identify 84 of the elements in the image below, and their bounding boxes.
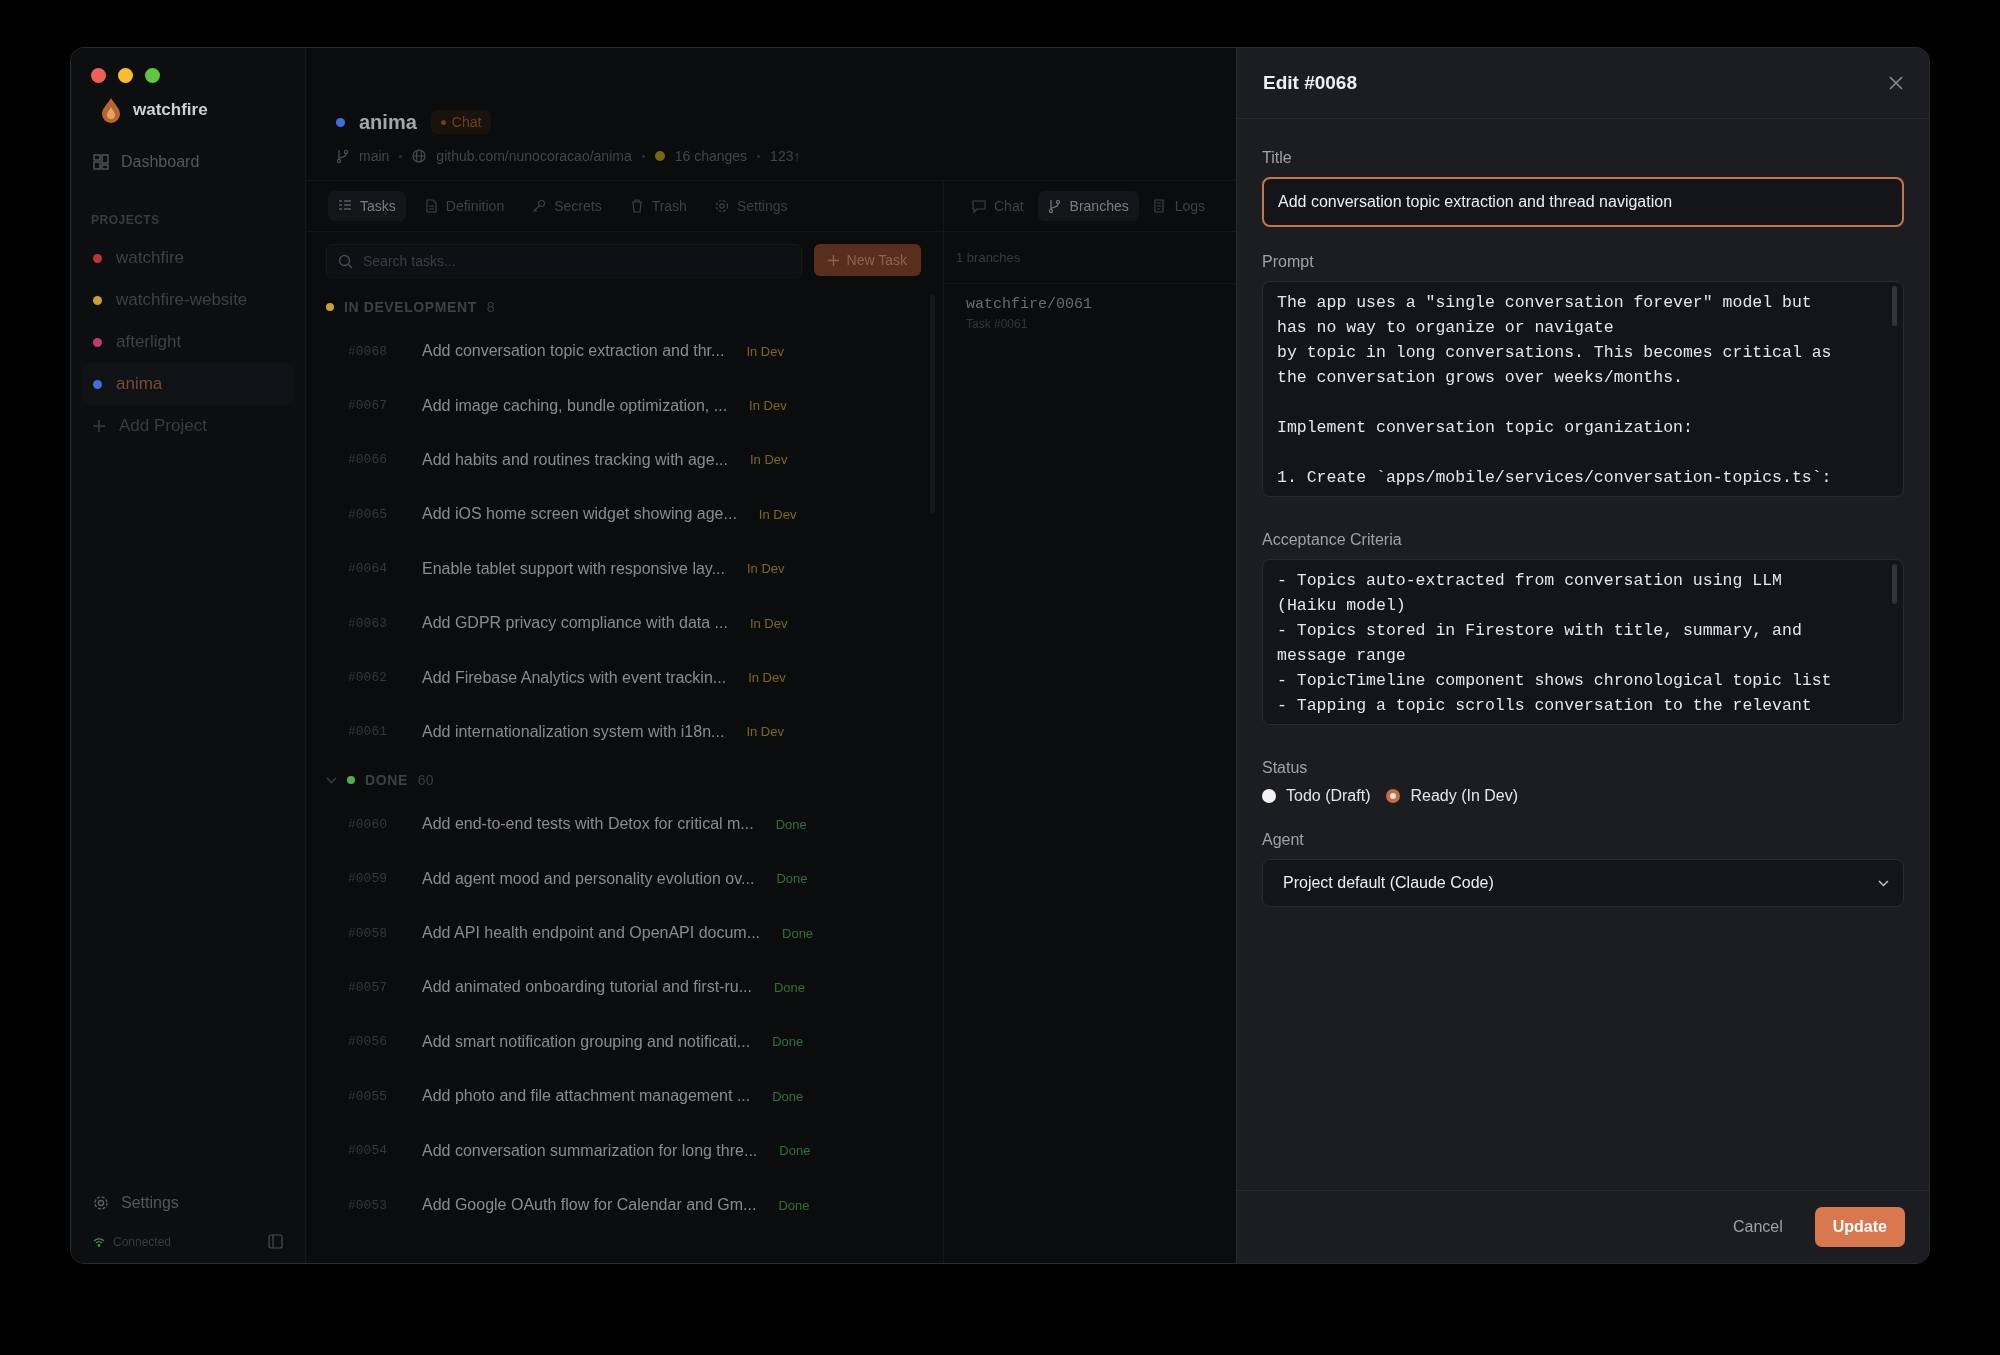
field-label: Acceptance Criteria (1262, 531, 1403, 549)
grid-icon (93, 154, 109, 170)
status-label: Done (776, 871, 808, 887)
changes-dot-icon (654, 151, 665, 161)
task-title[interactable]: Add iOS home screen widget showing age... (422, 505, 737, 524)
status-label: Done (772, 1088, 804, 1104)
field-label: Prompt (1262, 253, 1315, 271)
key-icon (532, 199, 547, 213)
status-label: In Dev (749, 452, 788, 468)
task-title[interactable]: Add conversation summarization for long thre... (422, 1141, 758, 1160)
sidebar-toggle-icon[interactable] (268, 1234, 283, 1249)
gear-icon (714, 199, 729, 213)
minimize-window-button[interactable] (118, 68, 133, 83)
plus-icon (827, 254, 839, 266)
wifi-icon (93, 1236, 105, 1247)
criteria-field[interactable]: - Topics auto-extracted from conversation using LLM (Haiku model) - Topics stored in Firestore with title, summary, and message range - TopicTimeline component shows chronological topic list - Tapping a topic scrolls conversation to the relevant (1262, 559, 1904, 725)
project-name: anima (359, 110, 417, 134)
task-title[interactable]: Add end-to-end tests with Detox for critical m... (422, 815, 754, 834)
branch-name: main (359, 148, 390, 164)
separator-dot (399, 154, 403, 158)
status-label: Done (782, 925, 814, 941)
task-title[interactable]: Add photo and file attachment management ... (422, 1087, 751, 1106)
dialog-title: Edit #0068 (1263, 72, 1357, 94)
radio-circle[interactable] (1386, 789, 1401, 803)
status-label: In Dev (746, 724, 784, 740)
status-label: In Dev (749, 615, 788, 631)
document-icon (423, 199, 438, 213)
radio-circle[interactable] (1262, 789, 1276, 803)
cancel-button[interactable]: Cancel (1726, 1217, 1789, 1237)
flame-logo-icon (101, 97, 121, 123)
task-title[interactable]: Add Google OAuth flow for Calendar and Gm... (422, 1196, 757, 1215)
status-label: In Dev (758, 506, 797, 522)
task-title[interactable]: Add GDPR privacy compliance with data ... (422, 614, 728, 633)
status-label: Done (773, 980, 806, 995)
task-title[interactable]: Add agent mood and personality evolution ov... (422, 869, 755, 888)
task-title[interactable]: Add API health endpoint and OpenAPI docum... (422, 924, 760, 943)
branch-name[interactable]: watchfire/0061 (966, 296, 1214, 313)
prompt-field[interactable]: The app uses a "single conversation forever" model but has no way to organize or navigate by topic in long conversations. This becomes critical as the conversation grows over weeks/months. Implement conversation topic organization: 1. Create `apps/mobile/services/conversation-topics.ts`: (1262, 281, 1904, 497)
task-title[interactable]: Add internationalization system with i18n... (422, 722, 725, 741)
list-icon (338, 199, 352, 213)
status-label: Done (778, 1197, 810, 1213)
plus-icon (93, 420, 105, 432)
status-label: Done (775, 816, 807, 832)
chat-bubble-icon (972, 199, 986, 213)
task-title[interactable]: Add animated onboarding tutorial and first-ru... (422, 978, 752, 997)
close-window-button[interactable] (91, 68, 106, 83)
status-label: In Dev (746, 343, 784, 359)
separator-dot (641, 154, 645, 158)
status-label: Done (772, 1034, 804, 1050)
tab[interactable]: Tasks (328, 191, 406, 221)
update-button[interactable]: Update (1814, 1207, 1905, 1247)
task-title[interactable]: Add habits and routines tracking with age... (422, 450, 728, 469)
document-icon (1152, 199, 1167, 213)
globe-icon (412, 149, 427, 163)
separator-dot (757, 154, 761, 158)
tab[interactable]: Branches (1037, 191, 1139, 221)
task-title[interactable]: Add smart notification grouping and notificati... (422, 1032, 751, 1051)
branch-icon (1047, 199, 1062, 213)
commits-ahead: 123↑ (770, 148, 801, 164)
branch-icon (336, 149, 349, 163)
task-title[interactable]: Add image caching, bundle optimization, ... (422, 396, 728, 415)
radio-label: Ready (In Dev) (1410, 787, 1519, 805)
status-label: In Dev (749, 398, 787, 414)
changes-count: 16 changes (674, 148, 748, 164)
task-title[interactable]: Enable tablet support with responsive lay... (422, 559, 725, 578)
status-label: In Dev (747, 561, 785, 577)
status-label: Done (779, 1143, 811, 1159)
title-field[interactable]: Add conversation topic extraction and thread navigation (1262, 177, 1904, 227)
task-title[interactable]: Add Firebase Analytics with event trackin... (422, 668, 727, 687)
close-icon[interactable] (1889, 76, 1903, 90)
status-radio[interactable]: Todo (Draft) (1262, 787, 1371, 805)
radio-label: Todo (Draft) (1286, 787, 1371, 805)
field-label: Title (1262, 149, 1293, 167)
task-title[interactable]: Add conversation topic extraction and thr... (422, 342, 725, 361)
field-label: Agent (1262, 831, 1305, 849)
app-name: watchfire (133, 100, 208, 120)
maximize-window-button[interactable] (145, 68, 160, 83)
settings-icon (93, 1195, 109, 1211)
status-radio[interactable]: Ready (In Dev) (1386, 787, 1519, 805)
status-label: In Dev (748, 670, 786, 686)
field-label: Status (1262, 759, 1309, 777)
trash-icon (629, 199, 644, 213)
agent-select[interactable]: Project default (Claude Code) (1262, 859, 1904, 907)
chevron-down-icon (1878, 879, 1889, 887)
